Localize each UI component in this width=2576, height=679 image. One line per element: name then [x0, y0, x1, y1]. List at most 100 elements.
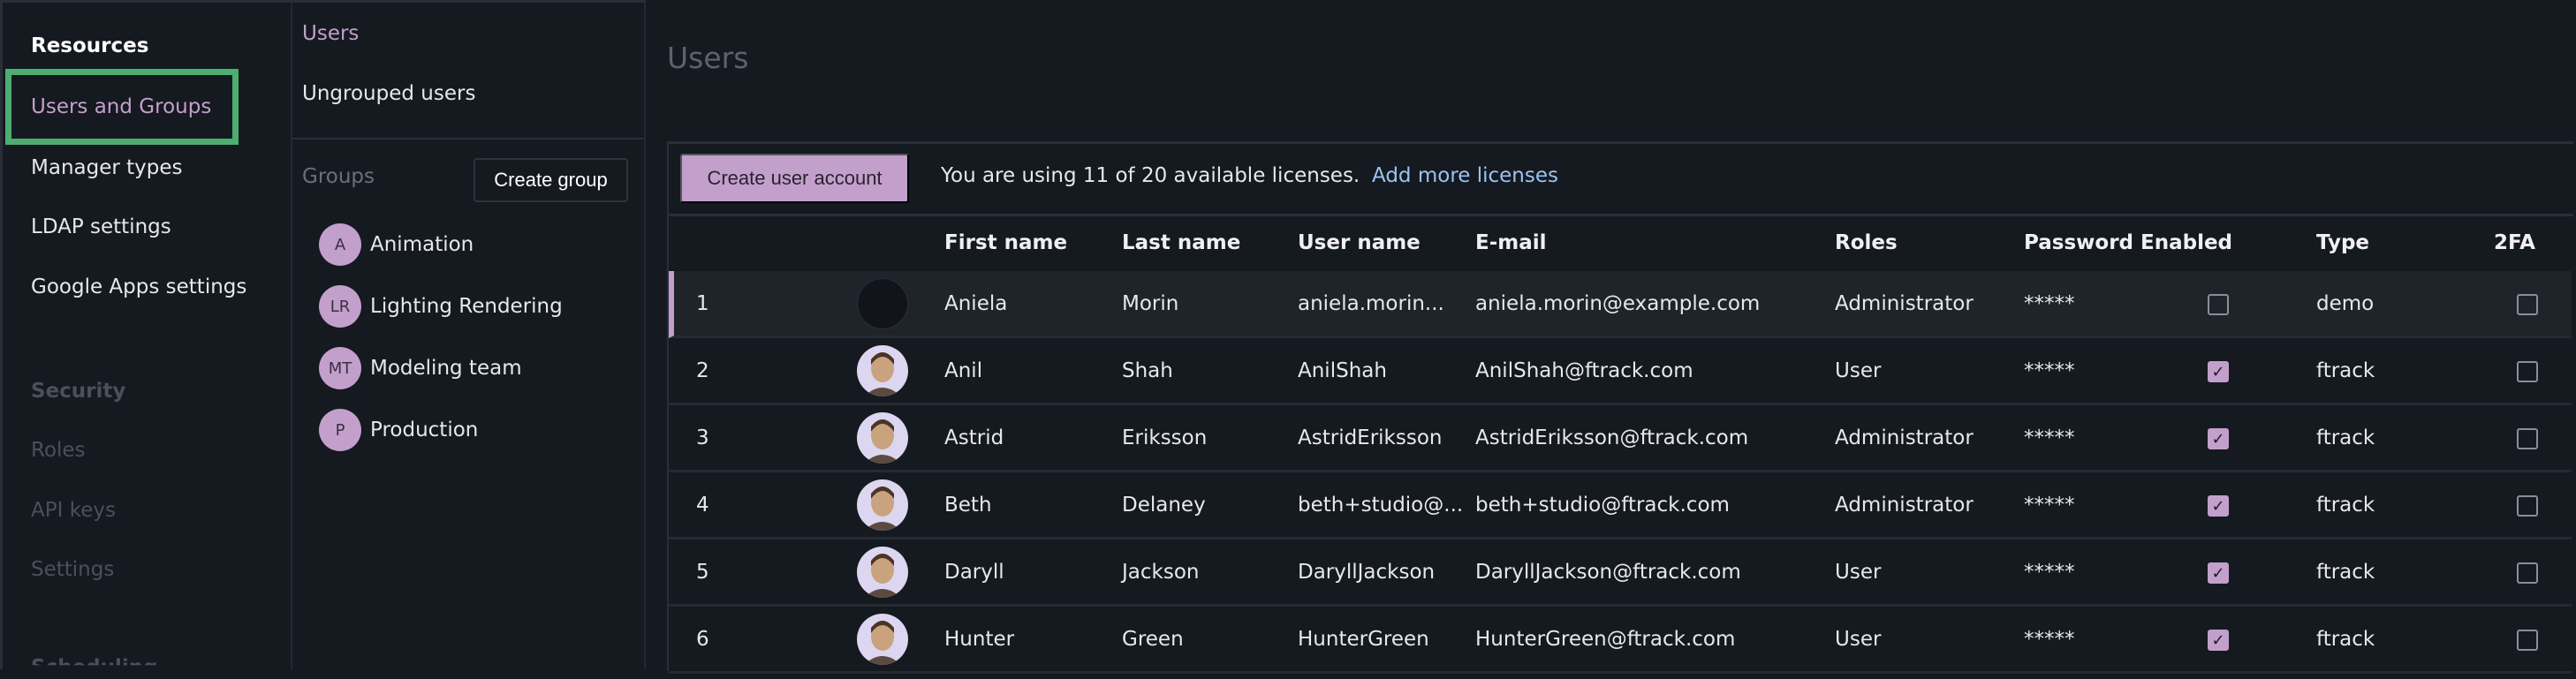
row-index: 6	[696, 628, 709, 651]
avatar	[857, 412, 908, 464]
create-user-account-button[interactable]: Create user account	[680, 154, 909, 203]
cell-first-name: Daryll	[944, 561, 1004, 584]
group-avatar: MT	[319, 347, 361, 389]
sidebar-item-ldap-settings[interactable]: LDAP settings	[31, 215, 171, 238]
2fa-checkbox[interactable]	[2517, 361, 2538, 382]
enabled-checkbox[interactable]: ✓	[2208, 562, 2229, 584]
group-item[interactable]: LR Lighting Rendering	[319, 285, 563, 328]
enabled-checkbox[interactable]: ✓	[2208, 428, 2229, 449]
column-header-type[interactable]: Type	[2316, 231, 2369, 254]
2fa-checkbox[interactable]	[2517, 294, 2538, 315]
cell-password: *****	[2024, 359, 2075, 382]
table-row[interactable]: 6 Hunter Green HunterGreen HunterGreen@ftrac…	[669, 607, 2572, 674]
group-avatar: P	[319, 409, 361, 451]
enabled-checkbox[interactable]: ✓	[2208, 630, 2229, 651]
cell-password: *****	[2024, 494, 2075, 517]
table-row[interactable]: 3 Astrid Eriksson AstridEriksson AstridEriks…	[669, 405, 2572, 472]
cell-user-name: AnilShah	[1298, 359, 1387, 382]
license-status: You are using 11 of 20 available license…	[941, 164, 1360, 187]
table-row[interactable]: 2 Anil Shah AnilShah AnilShah@ftrack.com User…	[669, 338, 2572, 405]
enabled-checkbox[interactable]	[2208, 294, 2229, 315]
cell-email: aniela.morin@example.com	[1475, 292, 1761, 315]
group-name: Animation	[370, 233, 474, 256]
users-link[interactable]: Users	[302, 22, 359, 45]
add-more-licenses-link[interactable]: Add more licenses	[1372, 164, 1558, 187]
2fa-checkbox[interactable]	[2517, 428, 2538, 449]
groups-panel: Users Ungrouped users Groups Create grou…	[292, 0, 646, 669]
cell-user-name: DaryllJackson	[1298, 561, 1436, 584]
resources-heading: Resources	[31, 34, 149, 57]
cell-last-name: Delaney	[1122, 494, 1206, 517]
cell-email: HunterGreen@ftrack.com	[1475, 628, 1736, 651]
sidebar-item-manager-types[interactable]: Manager types	[31, 156, 183, 179]
cell-last-name: Green	[1122, 628, 1184, 651]
avatar	[857, 345, 908, 396]
group-avatar: A	[319, 223, 361, 266]
cell-email: AstridEriksson@ftrack.com	[1475, 426, 1749, 449]
cell-roles: Administrator	[1835, 292, 1974, 315]
highlight-box	[5, 69, 239, 145]
column-header-password[interactable]: Password	[2024, 231, 2133, 254]
sidebar-item-settings[interactable]: Settings	[31, 558, 114, 581]
cell-roles: User	[1835, 561, 1882, 584]
column-header-roles[interactable]: Roles	[1835, 231, 1898, 254]
avatar	[857, 479, 908, 531]
row-index: 2	[696, 359, 709, 382]
security-heading: Security	[31, 380, 126, 403]
column-header-first-name[interactable]: First name	[944, 231, 1067, 254]
cell-first-name: Anil	[944, 359, 983, 382]
2fa-checkbox[interactable]	[2517, 562, 2538, 584]
2fa-checkbox[interactable]	[2517, 495, 2538, 517]
column-header-email[interactable]: E-mail	[1475, 231, 1547, 254]
cell-last-name: Jackson	[1122, 561, 1200, 584]
cell-type: ftrack	[2316, 426, 2375, 449]
cell-user-name: AstridEriksson	[1298, 426, 1443, 449]
cell-user-name: HunterGreen	[1298, 628, 1429, 651]
create-group-button[interactable]: Create group	[474, 158, 628, 202]
cell-user-name: beth+studio@...	[1298, 494, 1464, 517]
group-item[interactable]: P Production	[319, 409, 478, 451]
group-item[interactable]: A Animation	[319, 223, 474, 266]
cell-type: ftrack	[2316, 561, 2375, 584]
cell-first-name: Astrid	[944, 426, 1004, 449]
groups-label: Groups	[302, 165, 375, 188]
group-item[interactable]: MT Modeling team	[319, 347, 522, 389]
sidebar-item-google-apps-settings[interactable]: Google Apps settings	[31, 275, 246, 298]
table-row[interactable]: 4 Beth Delaney beth+studio@... beth+studio@f…	[669, 472, 2572, 539]
table-row[interactable]: 1 Aniela Morin aniela.morin... aniela.morin@…	[669, 271, 2572, 338]
cell-roles: Administrator	[1835, 494, 1974, 517]
row-index: 5	[696, 561, 709, 584]
sidebar-item-roles[interactable]: Roles	[31, 439, 86, 462]
2fa-checkbox[interactable]	[2517, 630, 2538, 651]
divider	[669, 214, 2573, 216]
cell-last-name: Morin	[1122, 292, 1179, 315]
group-name: Production	[370, 419, 479, 441]
cell-first-name: Aniela	[944, 292, 1008, 315]
enabled-checkbox[interactable]: ✓	[2208, 495, 2229, 517]
cell-password: *****	[2024, 426, 2075, 449]
cell-password: *****	[2024, 561, 2075, 584]
cell-password: *****	[2024, 628, 2075, 651]
column-header-user-name[interactable]: User name	[1298, 231, 1421, 254]
row-index: 1	[696, 292, 709, 315]
enabled-checkbox[interactable]: ✓	[2208, 361, 2229, 382]
cell-roles: User	[1835, 628, 1882, 651]
ungrouped-users-link[interactable]: Ungrouped users	[302, 82, 475, 105]
divider	[292, 138, 644, 140]
cell-type: ftrack	[2316, 494, 2375, 517]
page-title: Users	[667, 41, 749, 75]
column-header-last-name[interactable]: Last name	[1122, 231, 1240, 254]
table-row[interactable]: 5 Daryll Jackson DaryllJackson DaryllJackson…	[669, 539, 2572, 607]
avatar	[857, 614, 908, 665]
cell-type: ftrack	[2316, 359, 2375, 382]
cell-type: ftrack	[2316, 628, 2375, 651]
avatar	[857, 278, 908, 329]
avatar	[857, 547, 908, 598]
column-header-2fa[interactable]: 2FA	[2494, 231, 2535, 254]
group-name: Modeling team	[370, 357, 522, 380]
cell-password: *****	[2024, 292, 2075, 315]
column-header-enabled[interactable]: Enabled	[2140, 231, 2232, 254]
sidebar-item-api-keys[interactable]: API keys	[31, 499, 116, 522]
cell-last-name: Eriksson	[1122, 426, 1208, 449]
cell-email: AnilShah@ftrack.com	[1475, 359, 1693, 382]
